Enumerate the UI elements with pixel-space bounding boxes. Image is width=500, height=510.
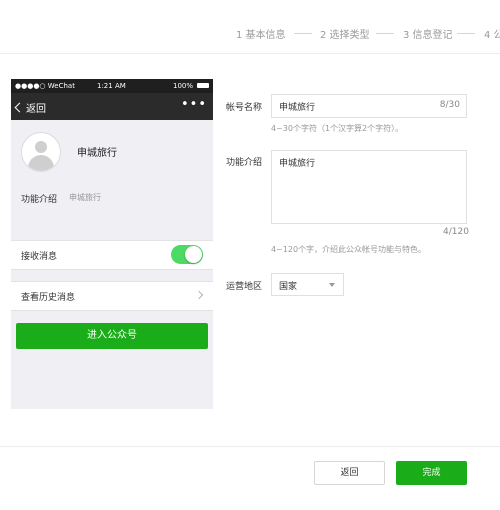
status-bar: ●●●●○ WeChat 1:21 AM 100% xyxy=(11,79,213,93)
step-2: 2 选择类型 xyxy=(320,30,370,41)
history-messages-row[interactable]: 查看历史消息 xyxy=(11,281,213,311)
intro-hint: 4~120个字，介绍此公众帐号功能与特色。 xyxy=(271,245,427,254)
phone-preview: ●●●●○ WeChat 1:21 AM 100% 返回 ••• 申城旅行 功能… xyxy=(11,79,213,409)
step-connector xyxy=(457,33,475,34)
back-button[interactable]: 返回 xyxy=(314,461,385,485)
avatar-head-icon xyxy=(35,141,47,153)
name-counter: 8/30 xyxy=(439,100,460,110)
back-link[interactable]: 返回 xyxy=(14,100,46,115)
avatar-body-icon xyxy=(28,155,54,171)
name-label: 帐号名称 xyxy=(226,103,263,113)
step-1: 1 基本信息 xyxy=(236,30,286,41)
region-select-value: 国家 xyxy=(279,282,298,292)
avatar xyxy=(21,132,61,172)
account-name: 申城旅行 xyxy=(77,148,117,159)
region-select[interactable]: 国家 xyxy=(271,273,344,296)
intro-label: 功能介绍 xyxy=(21,195,58,205)
step-progress: 1 基本信息 2 选择类型 3 信息登记 4 公 xyxy=(0,24,500,44)
chevron-right-icon xyxy=(194,290,204,300)
receive-messages-row: 接收消息 xyxy=(11,240,213,270)
intro-value: 申城旅行 xyxy=(69,193,101,202)
toggle-knob xyxy=(185,246,202,263)
region-label: 运营地区 xyxy=(226,282,263,292)
intro-textarea[interactable]: 申城旅行 xyxy=(271,150,467,224)
status-time: 1:21 AM xyxy=(97,82,126,90)
step-3: 3 信息登记 xyxy=(403,30,453,41)
history-messages-label: 查看历史消息 xyxy=(21,293,76,303)
battery-icon xyxy=(197,83,209,88)
name-input[interactable]: 申城旅行 8/30 xyxy=(271,94,467,118)
nav-bar: 返回 ••• xyxy=(11,93,213,120)
more-icon[interactable]: ••• xyxy=(181,97,207,112)
intro-textarea-value: 申城旅行 xyxy=(279,159,316,169)
status-carrier: ●●●●○ WeChat xyxy=(15,82,75,90)
enter-account-button[interactable]: 进入公众号 xyxy=(16,323,208,349)
intro-counter: 4/120 xyxy=(443,227,469,237)
profile-header: 申城旅行 xyxy=(11,120,213,180)
step-connector xyxy=(376,33,394,34)
receive-messages-toggle[interactable] xyxy=(171,245,203,264)
receive-messages-label: 接收消息 xyxy=(21,252,58,262)
status-battery: 100% xyxy=(172,82,193,90)
name-input-value: 申城旅行 xyxy=(279,103,316,113)
step-connector xyxy=(294,33,312,34)
chevron-down-icon xyxy=(329,283,335,287)
step-4: 4 公 xyxy=(484,30,500,41)
name-hint: 4~30个字符（1个汉字算2个字符）。 xyxy=(271,124,404,133)
intro-field-label: 功能介绍 xyxy=(226,158,263,168)
bottom-divider xyxy=(0,446,500,447)
back-label: 返回 xyxy=(26,104,46,115)
finish-button[interactable]: 完成 xyxy=(396,461,467,485)
top-divider xyxy=(0,53,500,54)
intro-row: 功能介绍 申城旅行 xyxy=(11,180,213,222)
chevron-left-icon xyxy=(14,102,25,113)
